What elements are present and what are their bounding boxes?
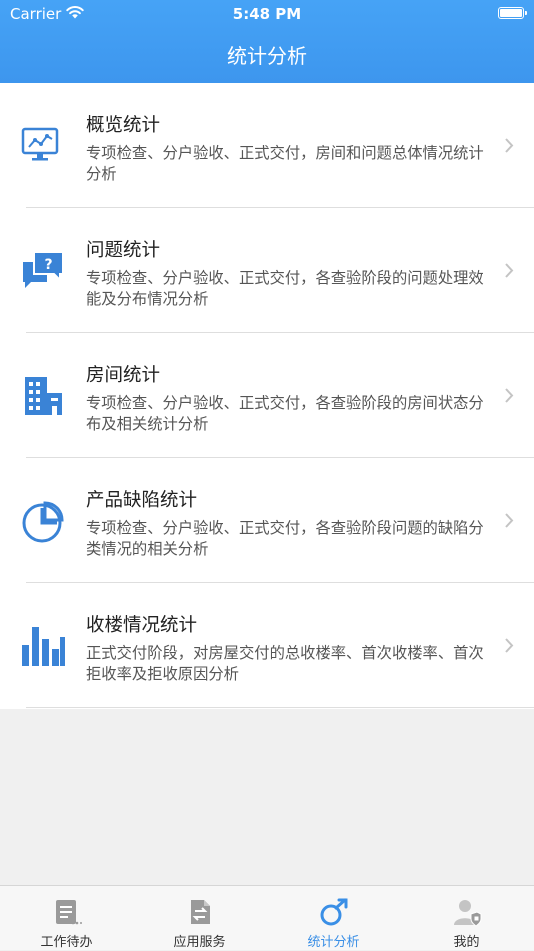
tab-statistics[interactable]: 统计分析 <box>267 886 400 951</box>
chevron-right-icon <box>505 263 514 278</box>
item-description: 专项检查、分户验收、正式交付，各查验阶段的房间状态分布及相关统计分析 <box>86 394 484 433</box>
chevron-right-icon <box>505 138 514 153</box>
chevron-right-icon <box>505 638 514 653</box>
navigation-header: Carrier 5:48 PM 统计分析 <box>0 0 534 83</box>
tab-profile[interactable]: 我的 <box>400 886 533 951</box>
item-title: 问题统计 <box>86 240 161 261</box>
todo-list-icon <box>55 900 82 925</box>
building-icon <box>25 377 62 415</box>
bar-chart-icon <box>22 627 65 666</box>
pie-chart-icon <box>22 501 64 543</box>
list-item-defect-statistics[interactable]: 产品缺陷统计 专项检查、分户验收、正式交付，各查验阶段问题的缺陷分类情况的相关分… <box>0 458 534 583</box>
tab-label: 工作待办 <box>40 935 93 950</box>
monitor-chart-icon <box>21 127 59 161</box>
statistics-icon <box>320 898 347 926</box>
status-time: 5:48 PM <box>232 5 302 23</box>
item-title: 产品缺陷统计 <box>86 490 198 511</box>
tab-label: 我的 <box>453 935 480 950</box>
list-item-room-statistics[interactable]: 房间统计 专项检查、分户验收、正式交付，各查验阶段的房间状态分布及相关统计分析 <box>0 333 534 458</box>
statistics-list: 概览统计 专项检查、分户验收、正式交付，房间和问题总体情况统计分析 ? 问题统计… <box>0 83 534 709</box>
svg-text:?: ? <box>44 257 52 273</box>
item-title: 收楼情况统计 <box>86 615 198 636</box>
item-description: 专项检查、分户验收、正式交付，房间和问题总体情况统计分析 <box>86 144 484 183</box>
battery-icon <box>498 7 527 19</box>
list-item-handover-statistics[interactable]: 收楼情况统计 正式交付阶段，对房屋交付的总收楼率、首次收楼率、首次拒收率及拒收原… <box>0 583 534 708</box>
chevron-right-icon <box>505 513 514 528</box>
item-description: 专项检查、分户验收、正式交付，各查验阶段问题的缺陷分类情况的相关分析 <box>86 519 484 558</box>
item-title: 房间统计 <box>86 365 161 386</box>
profile-icon <box>453 900 481 927</box>
item-description: 正式交付阶段，对房屋交付的总收楼率、首次收楼率、首次拒收率及拒收原因分析 <box>86 644 484 683</box>
list-item-issue-statistics[interactable]: ? 问题统计 专项检查、分户验收、正式交付，各查验阶段的问题处理效能及分布情况分… <box>0 208 534 333</box>
tab-bar: 工作待办 应用服务 统计分析 我的 <box>0 885 534 950</box>
tab-label: 应用服务 <box>173 935 226 950</box>
chevron-right-icon <box>505 388 514 403</box>
tab-app-services[interactable]: 应用服务 <box>133 886 266 951</box>
tab-todo[interactable]: 工作待办 <box>0 886 133 951</box>
item-title: 概览统计 <box>86 115 161 136</box>
divider <box>26 707 534 708</box>
item-description: 专项检查、分户验收、正式交付，各查验阶段的问题处理效能及分布情况分析 <box>86 269 484 308</box>
page-title: 统计分析 <box>227 44 307 68</box>
status-bar: Carrier 5:48 PM <box>0 0 534 28</box>
app-service-icon <box>190 900 210 924</box>
question-chat-icon: ? <box>23 251 64 288</box>
list-item-overview-statistics[interactable]: 概览统计 专项检查、分户验收、正式交付，房间和问题总体情况统计分析 <box>0 83 534 208</box>
tab-label: 统计分析 <box>307 935 360 950</box>
